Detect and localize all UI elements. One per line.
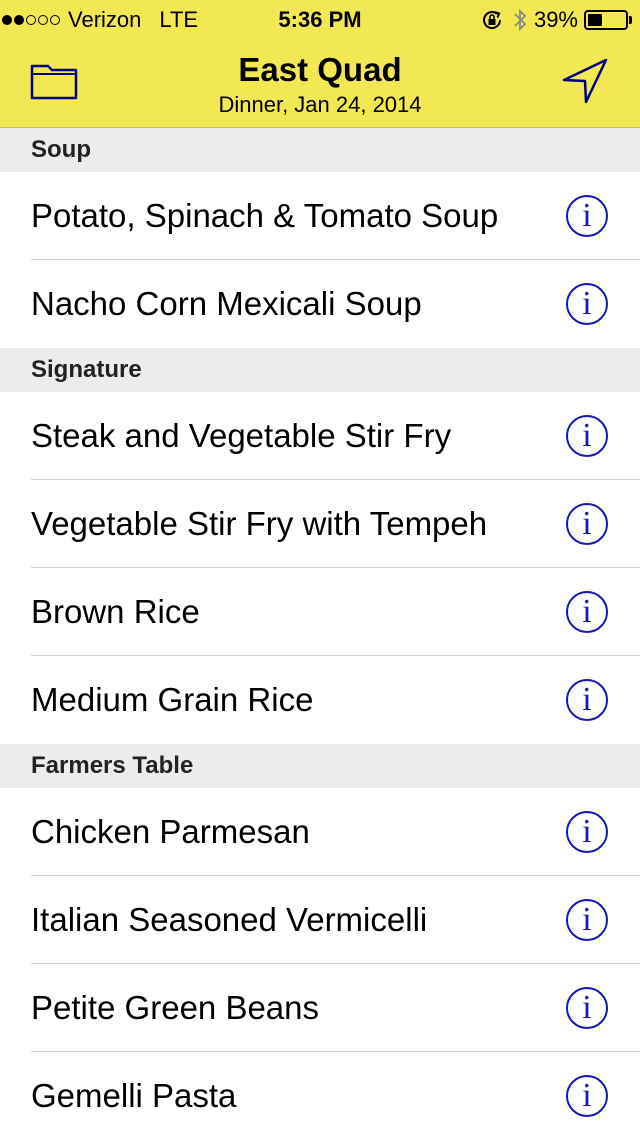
info-icon[interactable]: i bbox=[566, 899, 608, 941]
menu-item-row[interactable]: Chicken Parmesan i bbox=[0, 788, 640, 876]
menu-item-label: Italian Seasoned Vermicelli bbox=[31, 901, 428, 938]
menu-item-label: Medium Grain Rice bbox=[31, 681, 314, 718]
menu-item-row[interactable]: Medium Grain Rice i bbox=[0, 656, 640, 744]
info-icon[interactable]: i bbox=[566, 987, 608, 1029]
menu-item-label: Steak and Vegetable Stir Fry bbox=[31, 417, 452, 454]
info-icon[interactable]: i bbox=[566, 415, 608, 457]
menu-item-row[interactable]: Brown Rice i bbox=[0, 568, 640, 656]
location-button[interactable] bbox=[560, 56, 610, 106]
menu-item-label: Gemelli Pasta bbox=[31, 1077, 237, 1114]
page-title: East Quad bbox=[238, 51, 402, 88]
menu-list: Soup Potato, Spinach & Tomato Soup i Nacho … bbox=[0, 128, 640, 1140]
info-icon[interactable]: i bbox=[566, 811, 608, 853]
menu-item-label: Nacho Corn Mexicali Soup bbox=[31, 285, 422, 322]
menu-item-label: Potato, Spinach & Tomato Soup bbox=[31, 197, 499, 234]
battery-icon bbox=[584, 10, 628, 30]
menu-item-row[interactable]: Nacho Corn Mexicali Soup i bbox=[0, 260, 640, 348]
menu-item-row[interactable]: Petite Green Beans i bbox=[0, 964, 640, 1052]
menu-item-row[interactable]: Gemelli Pasta i bbox=[0, 1052, 640, 1140]
menu-item-row[interactable]: Potato, Spinach & Tomato Soup i bbox=[0, 172, 640, 260]
menu-item-label: Petite Green Beans bbox=[31, 989, 320, 1026]
info-icon[interactable]: i bbox=[566, 503, 608, 545]
bluetooth-icon bbox=[512, 7, 528, 33]
info-icon[interactable]: i bbox=[566, 283, 608, 325]
menu-item-row[interactable]: Vegetable Stir Fry with Tempeh i bbox=[0, 480, 640, 568]
nav-header: Verizon LTE 5:36 PM 39% East Quad Dinner… bbox=[0, 0, 640, 128]
menu-item-label: Vegetable Stir Fry with Tempeh bbox=[31, 505, 488, 542]
rotation-lock-icon bbox=[480, 8, 504, 32]
battery-percent: 39% bbox=[533, 7, 578, 32]
page-subtitle: Dinner, Jan 24, 2014 bbox=[218, 92, 422, 117]
location-arrow-icon bbox=[562, 58, 608, 104]
menu-item-row[interactable]: Steak and Vegetable Stir Fry i bbox=[0, 392, 640, 480]
menu-item-label: Brown Rice bbox=[31, 593, 200, 630]
info-icon[interactable]: i bbox=[566, 591, 608, 633]
section-header: Farmers Table bbox=[0, 744, 640, 788]
info-icon[interactable]: i bbox=[566, 1075, 608, 1117]
section-header: Signature bbox=[0, 348, 640, 392]
info-icon[interactable]: i bbox=[566, 195, 608, 237]
menu-item-label: Chicken Parmesan bbox=[31, 813, 310, 850]
menu-item-row[interactable]: Italian Seasoned Vermicelli i bbox=[0, 876, 640, 964]
section-header: Soup bbox=[0, 128, 640, 172]
status-bar: Verizon LTE 5:36 PM 39% bbox=[0, 0, 640, 40]
info-icon[interactable]: i bbox=[566, 679, 608, 721]
